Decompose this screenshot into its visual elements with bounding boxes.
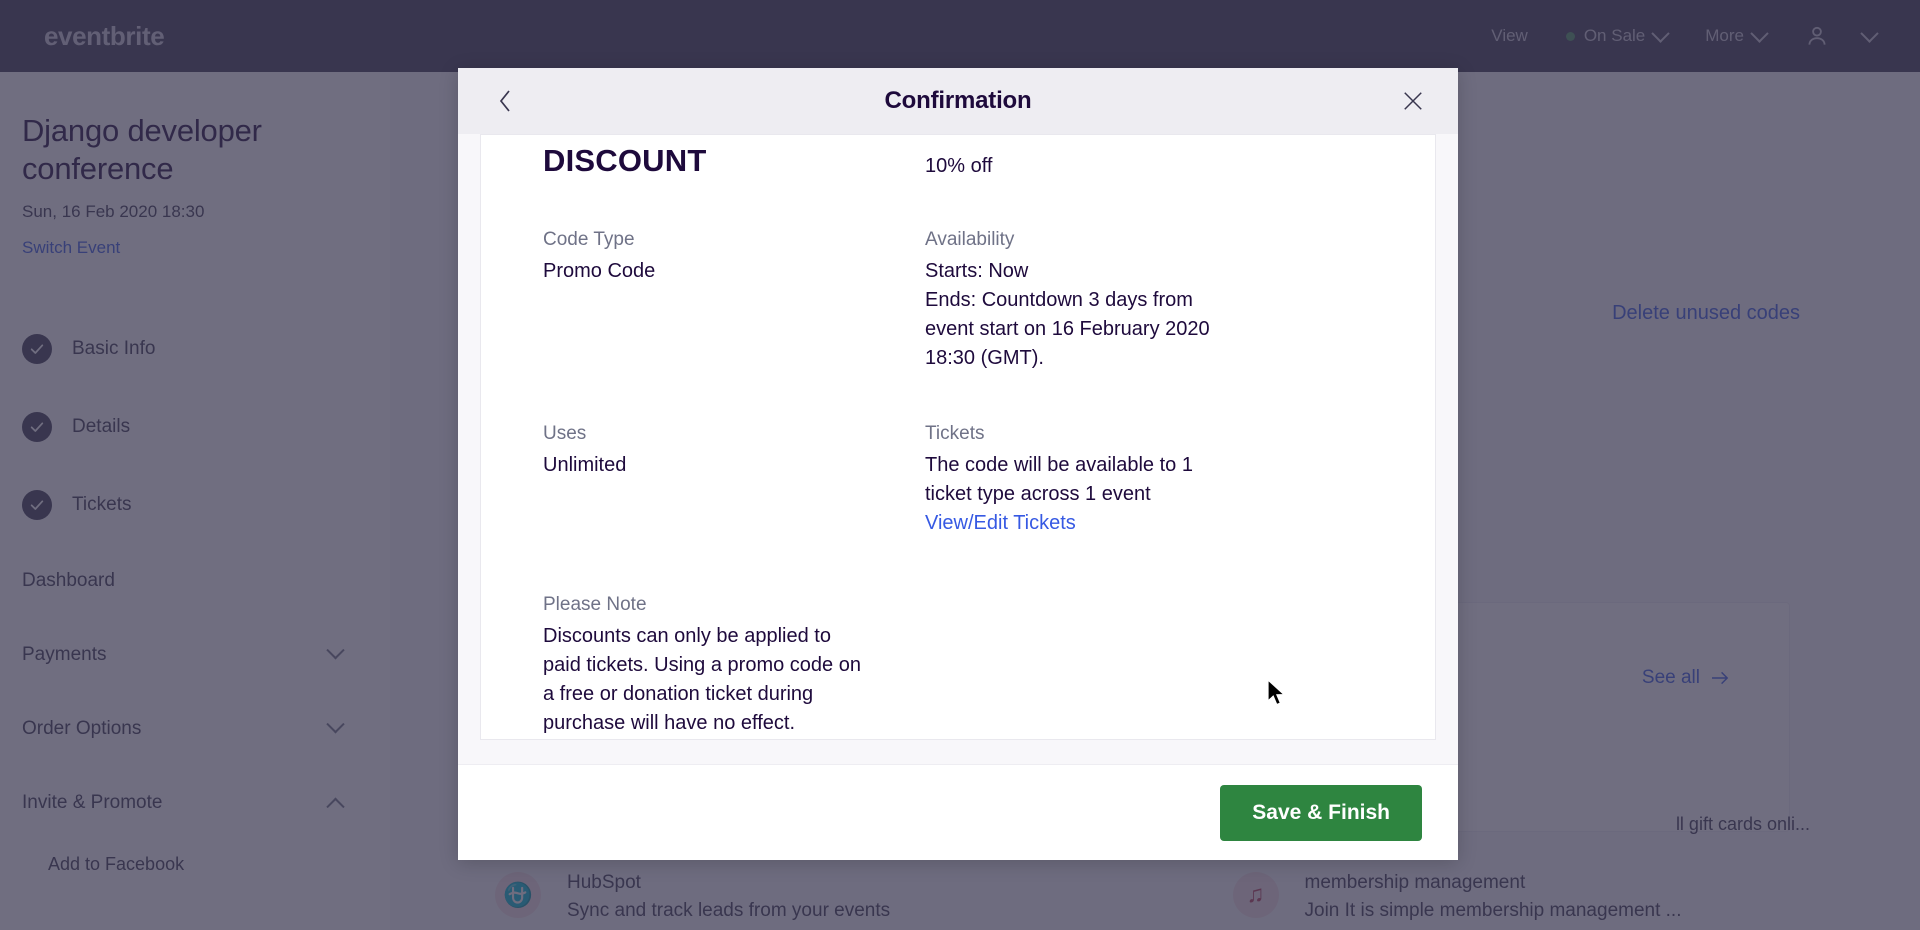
modal-body: DISCOUNT 10% off Code Type Promo Code Av… [458,134,1458,764]
save-and-finish-button[interactable]: Save & Finish [1220,784,1422,841]
tickets-field: Tickets The code will be available to 1 … [925,423,1373,538]
close-button[interactable] [1400,88,1426,114]
please-note-text: Discounts can only be applied to paid ti… [543,625,861,734]
code-type-label: Code Type [543,229,635,250]
discount-amount: 10% off [925,155,993,177]
tickets-value: The code will be available to 1 ticket t… [925,454,1193,505]
please-note-label: Please Note [543,594,647,615]
uses-value: Unlimited [543,454,627,476]
code-type-field: Code Type Promo Code [543,229,925,373]
mouse-cursor [1267,679,1286,706]
uses-field: Uses Unlimited [543,423,925,538]
chevron-left-icon [499,90,510,112]
modal-footer: Save & Finish [458,764,1458,860]
uses-label: Uses [543,423,587,444]
modal-scroll-panel[interactable]: DISCOUNT 10% off Code Type Promo Code Av… [480,134,1436,740]
back-button[interactable] [492,88,518,114]
availability-label: Availability [925,229,1015,250]
tickets-label: Tickets [925,423,985,444]
availability-value: Starts: Now Ends: Countdown 3 days from … [925,260,1210,369]
availability-field: Availability Starts: Now Ends: Countdown… [925,229,1373,373]
view-edit-tickets-link[interactable]: View/Edit Tickets [925,512,1076,534]
discount-code-title: DISCOUNT [543,143,707,178]
discount-summary-row: DISCOUNT 10% off [543,135,1373,179]
close-icon [1404,92,1422,110]
code-type-value: Promo Code [543,260,656,282]
code-type-availability-row: Code Type Promo Code Availability Starts… [543,229,1373,373]
modal-title: Confirmation [884,87,1032,114]
modal-header: Confirmation [458,68,1458,134]
uses-tickets-row: Uses Unlimited Tickets The code will be … [543,423,1373,538]
please-note-block: Please Note Discounts can only be applie… [543,594,873,738]
confirmation-modal: Confirmation DISCOUNT 10% off Code Type … [458,68,1458,860]
